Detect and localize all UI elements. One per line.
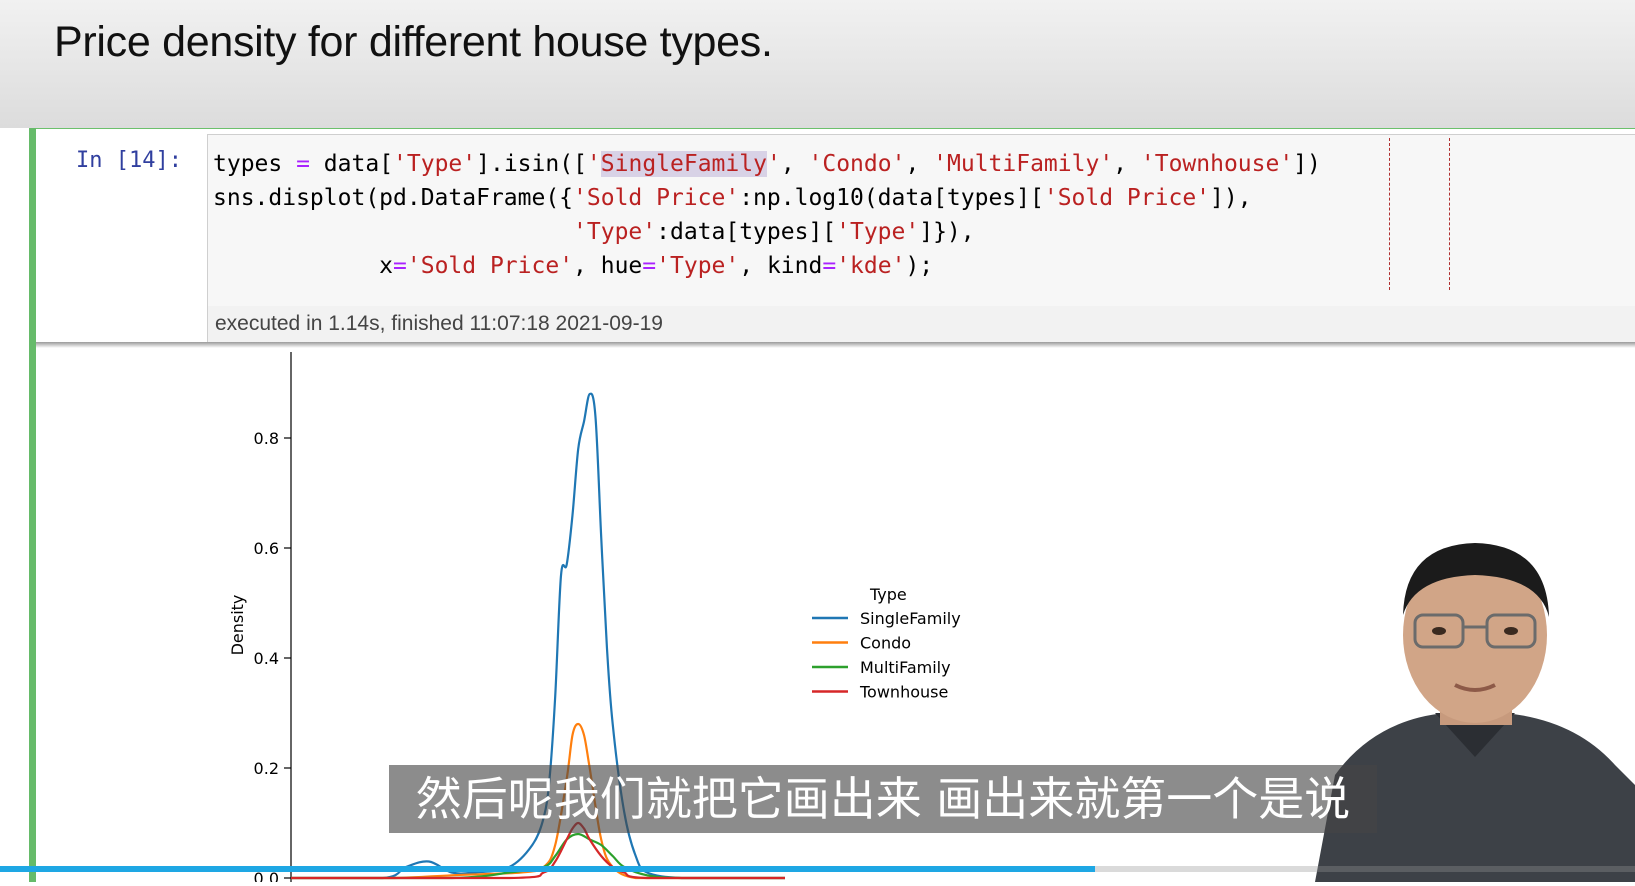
code-token: = (393, 253, 407, 279)
code-token: x (213, 253, 394, 279)
code-token: ].isin([ (476, 151, 587, 177)
cell-prompt: In [14]: (76, 148, 182, 173)
code-token: sns.displot(pd.DataFrame({ (213, 185, 574, 211)
y-tick-label: 0.2 (254, 759, 279, 778)
code-token: data[ (309, 151, 394, 177)
video-caption: 然后呢我们就把它画出来 画出来就第一个是说 (389, 765, 1377, 833)
code-token: = (822, 253, 837, 279)
code-token: 'Type' (573, 219, 657, 245)
code-token: 'Condo' (808, 151, 906, 177)
code-token: , kind (739, 253, 823, 279)
code-token: 'Sold Price' (406, 253, 574, 279)
code-token: SingleFamily (600, 151, 767, 177)
code-token: 'kde' (836, 253, 906, 279)
code-text[interactable]: types = data['Type'].isin(['SingleFamily… (213, 147, 1321, 283)
legend-title: Type (869, 585, 907, 604)
execution-info: executed in 1.14s, finished 11:07:18 202… (207, 306, 1635, 342)
code-token: ]) (1293, 151, 1321, 177)
code-token: 'MultiFamily' (933, 151, 1114, 177)
code-token: 'Type' (836, 219, 920, 245)
ruler-line (1449, 138, 1450, 290)
code-token: ); (905, 253, 934, 279)
code-token: ' (586, 151, 601, 177)
ruler-line (1389, 138, 1390, 290)
legend-label: Condo (860, 634, 911, 653)
code-token: , hue (573, 253, 643, 279)
code-token: ]}), (919, 219, 975, 245)
code-token: :np.log10(data[types][ (739, 185, 1044, 211)
code-token: 'Townhouse' (1140, 151, 1294, 177)
legend-label: SingleFamily (860, 609, 961, 628)
legend-label: MultiFamily (860, 658, 951, 677)
code-token: ]), (1210, 185, 1252, 211)
code-token: , (1113, 151, 1141, 177)
y-tick-label: 0.4 (254, 649, 279, 668)
code-token: , (780, 151, 809, 177)
code-token: 'Type' (656, 253, 740, 279)
code-token: :data[types][ (656, 219, 837, 245)
y-tick-label: 0.6 (254, 539, 279, 558)
legend-label: Townhouse (859, 683, 948, 702)
code-token: 'Sold Price' (573, 185, 740, 211)
y-axis-label: Density (228, 595, 247, 656)
code-token: 'Sold Price' (1043, 185, 1211, 211)
code-token: 'Type' (393, 151, 477, 177)
code-token: = (296, 151, 310, 177)
code-token: = (642, 253, 657, 279)
slide-title: Price density for different house types. (54, 18, 773, 66)
code-token: types (213, 151, 297, 177)
code-token: , (905, 151, 934, 177)
code-token: ' (766, 151, 781, 177)
video-progress-fill[interactable] (0, 866, 1096, 872)
y-tick-label: 0.8 (254, 429, 279, 448)
